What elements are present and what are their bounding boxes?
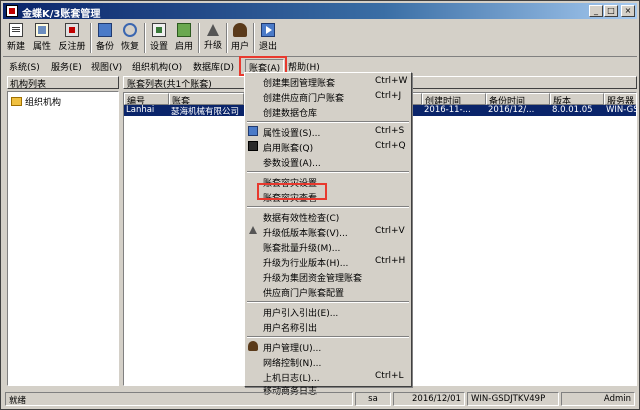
menu-view[interactable]: 视图(V) (91, 60, 122, 73)
status-bar: 就绪 sa 2016/12/01 WIN-GSDJTKV49P Admin (3, 391, 637, 407)
new-document-icon (9, 23, 23, 37)
menu-separator (247, 301, 409, 303)
minimize-button[interactable]: _ (589, 5, 603, 17)
toolbar: 新建 属性 反注册 备份 恢复 设置 启用 升级 用户 退出 (3, 20, 637, 57)
toolbar-separator (90, 23, 92, 53)
table-cell-version: 8.0.01.05 (552, 105, 593, 115)
menu-item-supplier-portal-config[interactable]: 供应商门户账套配置 (245, 285, 411, 299)
menu-organization[interactable]: 组织机构(O) (132, 60, 182, 73)
table-cell-server: WIN-GS... (606, 105, 636, 115)
toolbar-exit-button[interactable]: 退出 (257, 21, 279, 55)
menu-system[interactable]: 系统(S) (9, 60, 40, 73)
menu-item-create-supplier-portal-account[interactable]: 创建供应商门户账套 Ctrl+J (245, 90, 411, 104)
restore-icon (123, 23, 137, 37)
menu-item-user-name-export[interactable]: 用户名称引出 (245, 320, 411, 334)
highlight-box-menu-item (257, 183, 327, 200)
exit-icon (261, 23, 275, 37)
toolbar-upgrade-button[interactable]: 升级 (202, 21, 224, 55)
main-window: 金蝶K/3账套管理 _ □ × 新建 属性 反注册 备份 恢复 设置 启用 升级… (0, 0, 640, 410)
menu-item-property-settings[interactable]: 属性设置(S)... Ctrl+S (245, 125, 411, 139)
column-header-account[interactable]: 账套 (169, 93, 244, 105)
window-title: 金蝶K/3账套管理 (22, 9, 101, 20)
menu-item-create-data-warehouse[interactable]: 创建数据仓库 (245, 105, 411, 119)
menu-item-data-validity-check[interactable]: 数据有效性检查(C) (245, 210, 411, 224)
toolbar-enable-button[interactable]: 启用 (173, 21, 195, 55)
user-icon (233, 23, 247, 37)
column-header-backup[interactable]: 备份时间 (486, 93, 550, 105)
organization-panel: 机构列表 组织机构 (7, 76, 119, 386)
toolbar-separator (253, 23, 255, 53)
menu-item-parameter-settings[interactable]: 参数设置(A)... (245, 155, 411, 169)
organization-tree[interactable]: 组织机构 (7, 91, 119, 386)
toolbar-restore-button[interactable]: 恢复 (119, 21, 141, 55)
menu-item-user-management[interactable]: 用户管理(U)... (245, 340, 411, 354)
upgrade-arrow-icon (249, 226, 257, 234)
close-button[interactable]: × (621, 5, 635, 17)
toolbar-new-button[interactable]: 新建 (5, 21, 27, 55)
tree-node-organization[interactable]: 组织机构 (11, 95, 61, 108)
user-icon (248, 341, 258, 351)
settings-icon (152, 23, 166, 37)
maximize-button[interactable]: □ (604, 5, 618, 17)
toolbar-backup-button[interactable]: 备份 (94, 21, 116, 55)
table-cell-account: 瑟海机械有限公司 (171, 107, 240, 117)
toolbar-unregister-button[interactable]: 反注册 (57, 21, 87, 55)
menu-item-network-control[interactable]: 网络控制(N)... (245, 355, 411, 369)
menu-separator (247, 171, 409, 173)
toolbar-separator (198, 23, 200, 53)
status-role: Admin (561, 392, 635, 406)
menu-item-upgrade-industry-version[interactable]: 升级为行业版本(H)... Ctrl+H (245, 255, 411, 269)
menu-item-upgrade-group-funds[interactable]: 升级为集团资金管理账套 (245, 270, 411, 284)
table-cell-created: 2016-11-... (424, 105, 471, 115)
menu-item-enable-account[interactable]: 启用账套(Q) Ctrl+Q (245, 140, 411, 154)
menu-item-upgrade-old-account[interactable]: 升级低版本账套(V)... Ctrl+V (245, 225, 411, 239)
table-cell-backup: 2016/12/... (488, 105, 535, 115)
backup-icon (98, 23, 112, 37)
unregister-icon (65, 23, 79, 37)
menu-separator (247, 206, 409, 208)
menu-separator (247, 336, 409, 338)
toolbar-settings-button[interactable]: 设置 (148, 21, 170, 55)
organization-panel-header: 机构列表 (7, 76, 119, 90)
column-header-created[interactable]: 创建时间 (422, 93, 486, 105)
properties-icon (248, 126, 258, 136)
app-icon (6, 5, 18, 17)
properties-icon (35, 23, 49, 37)
toolbar-separator (226, 23, 228, 53)
upgrade-arrow-icon (207, 24, 219, 36)
enable-icon (177, 23, 191, 37)
toolbar-properties-button[interactable]: 属性 (31, 21, 53, 55)
menu-database[interactable]: 数据库(D) (193, 60, 234, 73)
status-user: sa (355, 392, 391, 406)
menu-separator (247, 121, 409, 123)
menu-item-user-import-export[interactable]: 用户引入引出(E)... (245, 305, 411, 319)
status-date: 2016/12/01 (393, 392, 465, 406)
account-set-menu: 创建集团管理账套 Ctrl+W 创建供应商门户账套 Ctrl+J 创建数据仓库 … (244, 72, 412, 397)
toolbar-user-button[interactable]: 用户 (229, 21, 251, 55)
toolbar-separator (144, 23, 146, 53)
menu-item-create-group-account[interactable]: 创建集团管理账套 Ctrl+W (245, 75, 411, 89)
table-cell-code: Lanhai (126, 105, 155, 115)
column-header-version[interactable]: 版本 (550, 93, 604, 105)
column-header-code[interactable]: 编号 (124, 93, 169, 105)
enable-icon (248, 141, 258, 151)
folder-icon (11, 97, 22, 106)
column-header-server[interactable]: 服务器 (604, 93, 636, 105)
status-server: WIN-GSDJTKV49P (467, 392, 559, 406)
title-bar[interactable]: 金蝶K/3账套管理 _ □ × (3, 3, 637, 20)
menu-item-login-log[interactable]: 上机日志(L)... Ctrl+L (245, 370, 411, 384)
status-text: 就绪 (5, 392, 353, 406)
menu-item-batch-upgrade[interactable]: 账套批量升级(M)... (245, 240, 411, 254)
menu-service[interactable]: 服务(E) (51, 60, 82, 73)
